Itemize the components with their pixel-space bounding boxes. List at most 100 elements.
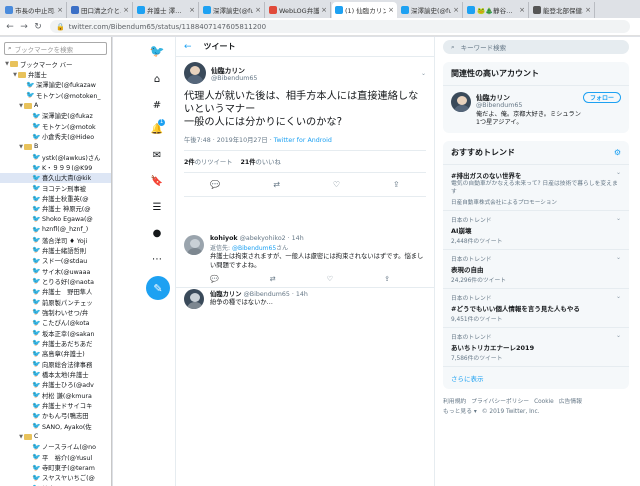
bookmark-item[interactable]: 🐦 スド一(@stdau bbox=[0, 256, 111, 266]
close-icon[interactable]: × bbox=[189, 6, 195, 14]
forward-button[interactable]: → bbox=[18, 21, 30, 33]
twitter-logo-icon[interactable]: 🐦 bbox=[149, 43, 165, 59]
like-count[interactable]: 21件のいいね bbox=[240, 159, 280, 166]
bookmark-item[interactable]: 🐦 ノースライム(@no bbox=[0, 442, 111, 452]
bookmark-folder[interactable]: ▼ A bbox=[0, 100, 111, 110]
more-icon[interactable]: ⋯ bbox=[149, 251, 165, 267]
bookmark-item[interactable]: 🐦 村松 謙(@kmura bbox=[0, 390, 111, 400]
bookmark-folder[interactable]: ▼ 弁護士 bbox=[0, 69, 111, 79]
chevron-down-icon[interactable]: ⌄ bbox=[421, 70, 426, 77]
bookmark-item[interactable]: 🐦 とりる好(@naota bbox=[0, 276, 111, 286]
bookmark-folder[interactable]: ▼ B bbox=[0, 142, 111, 152]
close-icon[interactable]: × bbox=[388, 6, 394, 14]
bookmark-item[interactable]: 🐦 強制わいせつ/弁 bbox=[0, 307, 111, 317]
avatar[interactable] bbox=[184, 235, 204, 255]
browser-tab[interactable]: 深澤諭史(@fu…× bbox=[398, 2, 463, 18]
twitter-search-input[interactable]: ⌕ キーワード検索 bbox=[443, 40, 629, 54]
related-account-name[interactable]: 仙臨カリン bbox=[476, 92, 583, 102]
back-button[interactable]: ← bbox=[4, 21, 16, 33]
mention-link[interactable]: @Bibendum65 bbox=[232, 245, 276, 252]
avatar[interactable] bbox=[184, 62, 206, 84]
bookmark-item[interactable]: 🐦 弁護士秋重英(@ bbox=[0, 193, 111, 204]
chevron-down-icon[interactable]: ⌄ bbox=[616, 169, 621, 176]
browser-tab[interactable]: 田口清之介と…× bbox=[68, 2, 133, 18]
share-icon[interactable]: ⇪ bbox=[384, 275, 390, 283]
trend-item[interactable]: 日本のトレンド あいちトリカエナーレ2019 7,586件のツイート ⌄ bbox=[443, 328, 629, 367]
bookmarks-icon[interactable]: 🔖 bbox=[149, 173, 165, 189]
bookmark-item[interactable]: 🐦 弁護士あだちあだ bbox=[0, 338, 111, 348]
trend-item[interactable]: 日本のトレンド 表現の自由 24,296件のツイート ⌄ bbox=[443, 250, 629, 289]
close-icon[interactable]: × bbox=[123, 6, 129, 14]
tweet-author-handle[interactable]: @Bibendum65 bbox=[211, 75, 257, 82]
close-icon[interactable]: × bbox=[321, 6, 327, 14]
bookmark-item[interactable]: 🐦 弁護士ひろ(@adv bbox=[0, 380, 111, 390]
share-icon[interactable]: ⇪ bbox=[393, 180, 400, 189]
reply-icon[interactable]: 💬 bbox=[210, 180, 220, 189]
close-icon[interactable]: × bbox=[255, 6, 261, 14]
bookmark-item[interactable]: 🐦 K・９９９(@K99 bbox=[0, 162, 111, 173]
chevron-down-icon[interactable]: ⌄ bbox=[616, 332, 621, 339]
avatar[interactable] bbox=[451, 92, 471, 112]
bookmark-item[interactable]: 🐦 Shoko Egawa(@ bbox=[0, 214, 111, 224]
browser-tab[interactable]: 深澤諭史(@fu…× bbox=[200, 2, 265, 18]
bookmark-item[interactable]: 🐦 ystk(@lawkus)さん bbox=[0, 152, 111, 162]
browser-tab[interactable]: (1) 仙臨カリン × bbox=[332, 2, 397, 18]
related-account[interactable]: 仙臨カリン @Bibendum65 俺だよ、俺。京都大好き。ミシュラン1つ星アジ… bbox=[443, 86, 629, 133]
footer-link[interactable]: Cookie bbox=[534, 399, 554, 405]
footer-link[interactable]: 広告情報 bbox=[559, 399, 582, 405]
explore-hashtag-icon[interactable]: # bbox=[149, 97, 165, 113]
trend-item[interactable]: 日本のトレンド AI崩壊 2,448件のツイート ⌄ bbox=[443, 211, 629, 250]
footer-more-link[interactable]: もっと見る ▾ bbox=[443, 409, 477, 415]
bookmark-item[interactable]: 🐦 高島章(弁護士) bbox=[0, 349, 111, 359]
reply-author-handle[interactable]: @abekyohiko2 · 14h bbox=[240, 235, 304, 242]
browser-tab[interactable]: 市長の中止司…× bbox=[2, 2, 67, 18]
bookmark-item[interactable]: 🐦 深澤諭史(@fukazaw bbox=[0, 80, 111, 90]
trend-item[interactable]: #排出ガスのない世界を 電気の自動車がかなえる未来って? 日産は技術で暮らしを変え… bbox=[443, 165, 629, 211]
chevron-down-icon[interactable]: ⌄ bbox=[616, 293, 621, 300]
reply-icon[interactable]: 💬 bbox=[210, 275, 219, 283]
bookmark-item[interactable]: 🐦 サイ木(@uwaaa bbox=[0, 266, 111, 276]
bookmark-item[interactable]: 🐦 小倉秀夫(@Hideo bbox=[0, 131, 111, 142]
bookmark-item[interactable]: 🐦 喜久山大貴(@kik bbox=[0, 172, 111, 184]
back-arrow-icon[interactable]: ← bbox=[184, 42, 192, 52]
close-icon[interactable]: × bbox=[585, 6, 591, 14]
bookmark-item[interactable]: 🐦 坂本正幸(@sakan bbox=[0, 328, 111, 338]
bookmark-item[interactable]: 🐦 モトケン(@motok bbox=[0, 121, 111, 131]
reload-button[interactable]: ↻ bbox=[32, 21, 44, 33]
close-icon[interactable]: × bbox=[519, 6, 525, 14]
tweet-source[interactable]: Twitter for Android bbox=[274, 137, 332, 144]
lists-icon[interactable]: ☰ bbox=[149, 199, 165, 215]
avatar[interactable] bbox=[184, 289, 204, 309]
reply-author-handle[interactable]: @Bibendum65 · 14h bbox=[244, 291, 308, 298]
close-icon[interactable]: × bbox=[57, 6, 63, 14]
compose-tweet-button[interactable]: ✎ bbox=[146, 276, 170, 300]
browser-tab[interactable]: 能登北部保健…× bbox=[530, 2, 595, 18]
bookmark-search-input[interactable]: ⌕ ブックマークを検索 bbox=[4, 42, 107, 55]
browser-tab[interactable]: WebLOG弁護…× bbox=[266, 2, 331, 18]
bookmark-item[interactable]: 🐦 寺町東子(@teram bbox=[0, 462, 111, 473]
close-icon[interactable]: × bbox=[453, 6, 459, 14]
footer-link[interactable]: 利用規約 bbox=[443, 399, 466, 405]
tweet-timestamp[interactable]: 午後7:48 · 2019年10月27日 bbox=[184, 137, 268, 144]
bookmark-item[interactable]: 🐦 hznfl(@_hznf_) bbox=[0, 225, 111, 235]
follow-button[interactable]: フォロー bbox=[582, 92, 621, 103]
address-bar[interactable]: 🔒 twitter.com/Bibendum65/status/11884071… bbox=[50, 20, 630, 33]
like-heart-icon[interactable]: ♡ bbox=[333, 180, 340, 189]
messages-envelope-icon[interactable]: ✉ bbox=[149, 147, 165, 163]
bookmark-item[interactable]: 🐦 落合洋司 ♦ Yoji bbox=[0, 235, 111, 245]
browser-tab[interactable]: 弁護士 澤… × bbox=[134, 2, 199, 18]
bookmark-folder[interactable]: ▼ ブックマーク バー bbox=[0, 59, 111, 69]
trend-item[interactable]: 日本のトレンド #どうでもいい個人情報を言う見た人もやる 9,451件のツイート ⌄ bbox=[443, 289, 629, 328]
reply-author-name[interactable]: kohiyok bbox=[210, 235, 238, 242]
retweet-icon[interactable]: ⇄ bbox=[270, 275, 276, 283]
browser-tab[interactable]: 🐸🎄静谷… × bbox=[464, 2, 529, 18]
like-heart-icon[interactable]: ♡ bbox=[327, 275, 333, 283]
footer-link[interactable]: プライバシーポリシー bbox=[471, 399, 529, 405]
bookmark-item[interactable]: 🐦 弁護士緒語哲則 bbox=[0, 245, 111, 255]
show-more-link[interactable]: さらに表示 bbox=[443, 367, 629, 389]
bookmark-item[interactable]: 🐦 平 裕介(@Yusul bbox=[0, 452, 111, 462]
home-icon[interactable]: ⌂ bbox=[149, 71, 165, 87]
chevron-down-icon[interactable]: ⌄ bbox=[616, 215, 621, 222]
bookmark-item[interactable]: 🐦 SANO, Ayako(佐 bbox=[0, 421, 111, 431]
tweet-author-name[interactable]: 仙臨カリン bbox=[211, 65, 257, 75]
